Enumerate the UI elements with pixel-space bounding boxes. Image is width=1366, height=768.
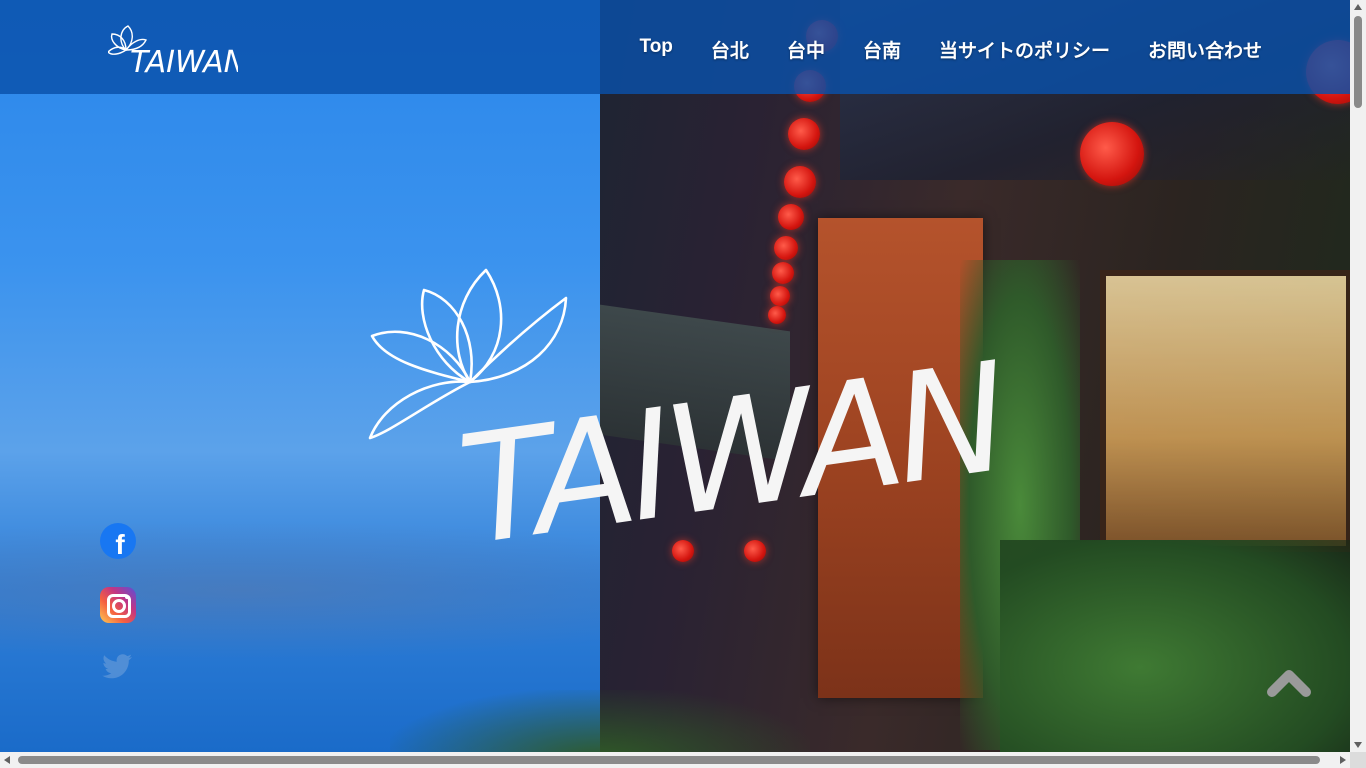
twitter-icon[interactable] (100, 648, 136, 684)
scroll-right-arrow[interactable] (1340, 756, 1346, 764)
lantern (788, 118, 820, 150)
lotus-icon: TAIWAN (368, 268, 1016, 579)
lantern (1080, 122, 1144, 186)
foliage (1000, 540, 1350, 752)
lantern (744, 540, 766, 562)
main-nav: Top 台北 台中 台南 当サイトのポリシー お問い合わせ (640, 36, 1263, 63)
brand-logo-link[interactable]: TAIWAN (107, 20, 246, 80)
lit-window (1100, 270, 1350, 552)
lantern (774, 236, 798, 260)
nav-item-taichung[interactable]: 台中 (787, 36, 825, 63)
vertical-scrollbar[interactable] (1350, 0, 1366, 752)
site-header: TAIWAN Top 台北 台中 台南 当サイトのポリシー お問い合わせ (0, 0, 1350, 94)
hero-logo-text: TAIWAN (450, 331, 1016, 542)
scrollbar-corner (1350, 752, 1366, 768)
facebook-glyph: f (115, 529, 125, 559)
scroll-left-arrow[interactable] (4, 756, 10, 764)
back-to-top-button[interactable] (1262, 660, 1316, 704)
facebook-icon[interactable]: f (100, 523, 136, 559)
vertical-scroll-thumb[interactable] (1354, 16, 1362, 108)
lotus-icon: TAIWAN (107, 25, 246, 80)
chevron-up-icon (1267, 670, 1311, 697)
twitter-bird (102, 654, 132, 679)
horizontal-scroll-thumb[interactable] (18, 756, 1320, 764)
lantern (672, 540, 694, 562)
nav-item-policy[interactable]: 当サイトのポリシー (939, 36, 1110, 63)
hero-logo: TAIWAN (360, 262, 1020, 579)
brand-logo-text: TAIWAN (130, 45, 238, 76)
nav-item-top[interactable]: Top (640, 36, 673, 63)
scroll-down-arrow[interactable] (1354, 742, 1362, 748)
horizontal-scrollbar[interactable] (0, 752, 1350, 768)
instagram-dot (125, 595, 129, 599)
foliage (390, 690, 810, 752)
nav-item-contact[interactable]: お問い合わせ (1148, 36, 1262, 63)
nav-item-tainan[interactable]: 台南 (863, 36, 901, 63)
lantern (784, 166, 816, 198)
instagram-icon[interactable] (100, 587, 136, 623)
lantern (778, 204, 804, 230)
scroll-up-arrow[interactable] (1354, 4, 1362, 10)
nav-item-taipei[interactable]: 台北 (711, 36, 749, 63)
